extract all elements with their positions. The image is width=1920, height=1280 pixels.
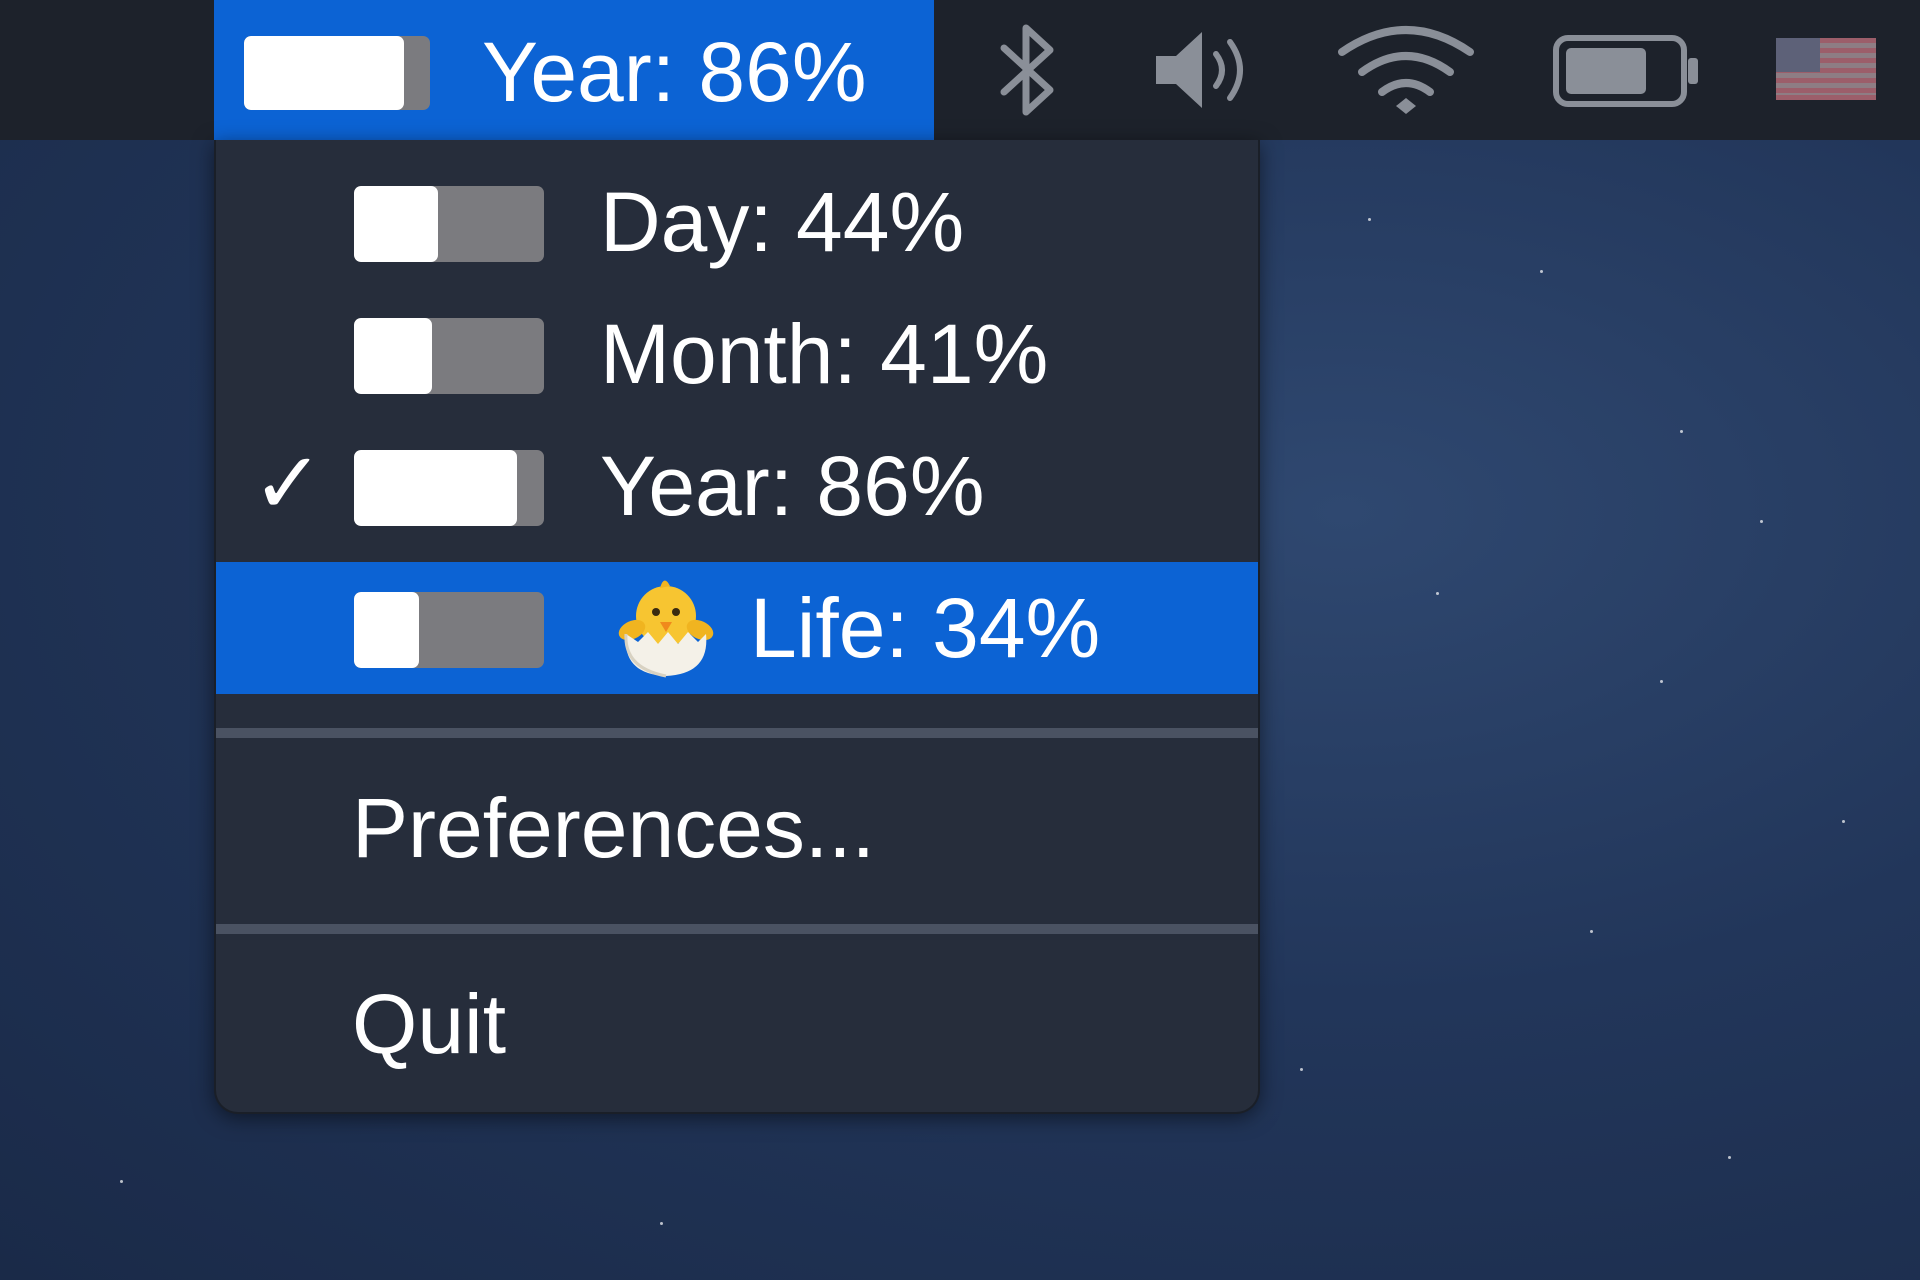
- menu-item-life[interactable]: Life: 34%: [216, 562, 1258, 694]
- star: [1368, 218, 1371, 221]
- star: [1300, 1068, 1303, 1071]
- menu-item-label: Month: 41%: [600, 307, 1049, 401]
- menu-item-label: Day: 44%: [600, 175, 965, 269]
- bluetooth-icon[interactable]: [992, 20, 1062, 120]
- star: [1680, 430, 1683, 433]
- menu-item-label: Life: 34%: [750, 581, 1101, 675]
- battery-icon[interactable]: [1552, 20, 1702, 120]
- star: [1436, 592, 1439, 595]
- star: [1842, 820, 1845, 823]
- checkmark-icon: ✓: [252, 436, 325, 532]
- star: [1728, 1156, 1731, 1159]
- volume-icon[interactable]: [1150, 20, 1260, 120]
- day-progress-bar: [354, 186, 544, 262]
- star: [1590, 930, 1593, 933]
- menu-bar: Year: 86%: [0, 0, 1920, 140]
- menu-item-month[interactable]: Month: 41%: [216, 288, 1258, 420]
- menu-divider: [216, 924, 1258, 934]
- wifi-icon[interactable]: [1336, 20, 1476, 120]
- menu-item-label: Year: 86%: [600, 439, 985, 533]
- us-flag-icon[interactable]: [1776, 38, 1876, 100]
- menu-item-quit[interactable]: Quit: [216, 946, 1258, 1106]
- month-progress-bar: [354, 318, 544, 394]
- status-item-year-progress[interactable]: Year: 86%: [214, 0, 934, 140]
- life-progress-bar: [354, 592, 544, 668]
- menu-item-day[interactable]: Day: 44%: [216, 156, 1258, 288]
- status-dropdown-menu: Day: 44% Month: 41% ✓ Year: 86% Life: 34…: [214, 140, 1260, 1114]
- menu-item-label: Preferences...: [352, 781, 875, 875]
- year-progress-bar: [354, 450, 544, 526]
- menu-item-year[interactable]: ✓ Year: 86%: [216, 420, 1258, 552]
- star: [1760, 520, 1763, 523]
- menu-divider: [216, 728, 1258, 738]
- star: [660, 1222, 663, 1225]
- menu-item-preferences[interactable]: Preferences...: [216, 750, 1258, 910]
- menu-item-label: Quit: [352, 977, 507, 1071]
- star: [1660, 680, 1663, 683]
- status-progress-bar: [244, 36, 430, 110]
- status-item-label: Year: 86%: [482, 25, 867, 119]
- star: [120, 1180, 123, 1183]
- star: [1540, 270, 1543, 273]
- hatching-chick-icon: [610, 568, 722, 680]
